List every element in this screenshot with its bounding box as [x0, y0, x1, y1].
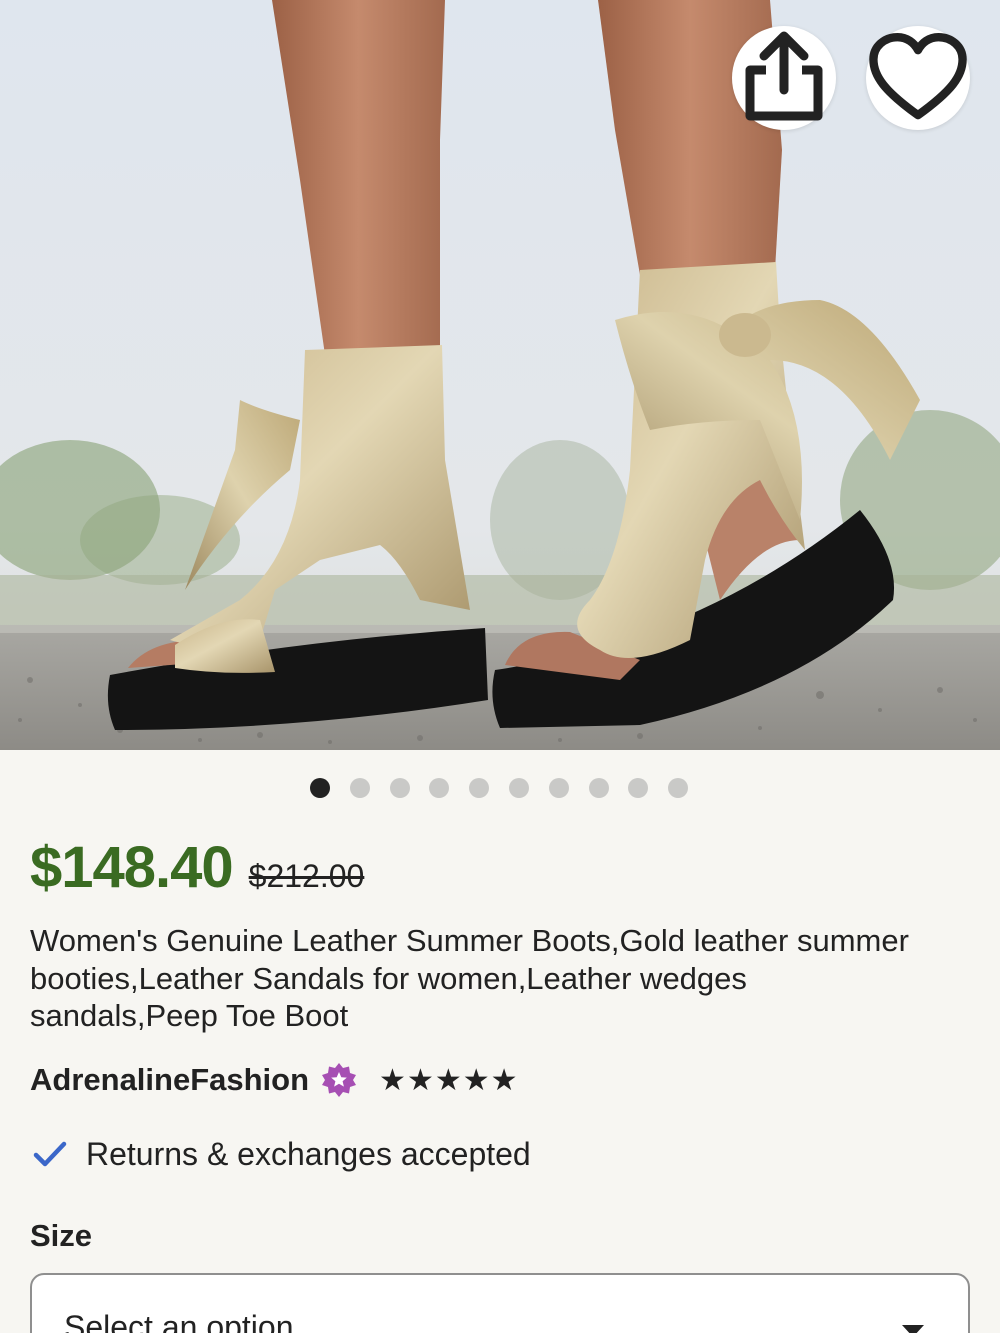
- carousel-dot[interactable]: [548, 778, 569, 798]
- share-icon: [745, 31, 823, 121]
- size-label: Size: [30, 1218, 93, 1253]
- product-photo: [0, 0, 1000, 750]
- chevron-down-icon: [902, 1325, 924, 1333]
- shop-name-link[interactable]: AdrenalineFashion: [30, 1062, 309, 1098]
- favorite-button[interactable]: [866, 26, 970, 130]
- carousel-dot[interactable]: [389, 778, 410, 798]
- star-seller-badge-icon: [322, 1063, 357, 1097]
- price-block: $148.40 $212.00: [30, 834, 364, 901]
- carousel-dot[interactable]: [429, 778, 450, 798]
- carousel-dot[interactable]: [310, 778, 330, 798]
- original-price: $212.00: [248, 858, 365, 894]
- share-button[interactable]: [732, 26, 836, 130]
- carousel-indicator: [310, 778, 708, 798]
- shop-rating-stars: ★★★★★: [379, 1063, 519, 1097]
- size-select-value: Select an option: [64, 1309, 294, 1333]
- carousel-dot[interactable]: [668, 778, 689, 798]
- heart-icon: [869, 32, 967, 120]
- carousel-dot[interactable]: [508, 778, 529, 798]
- carousel-dot[interactable]: [469, 778, 490, 798]
- carousel-dot[interactable]: [588, 778, 609, 798]
- carousel-dot[interactable]: [628, 778, 649, 798]
- product-title: Women's Genuine Leather Summer Boots,Gol…: [30, 923, 909, 1033]
- check-icon: [33, 1141, 67, 1167]
- shop-info: AdrenalineFashion ★★★★★: [30, 1059, 519, 1101]
- sale-price: $148.40: [30, 835, 234, 900]
- returns-policy: Returns & exchanges accepted: [30, 1134, 531, 1174]
- product-image-carousel[interactable]: [0, 0, 1000, 750]
- product-page: $148.40 $212.00 Women's Genuine Leather …: [0, 0, 1000, 1333]
- size-select[interactable]: Select an option: [30, 1273, 970, 1333]
- carousel-dot[interactable]: [349, 778, 370, 798]
- returns-text: Returns & exchanges accepted: [86, 1135, 531, 1172]
